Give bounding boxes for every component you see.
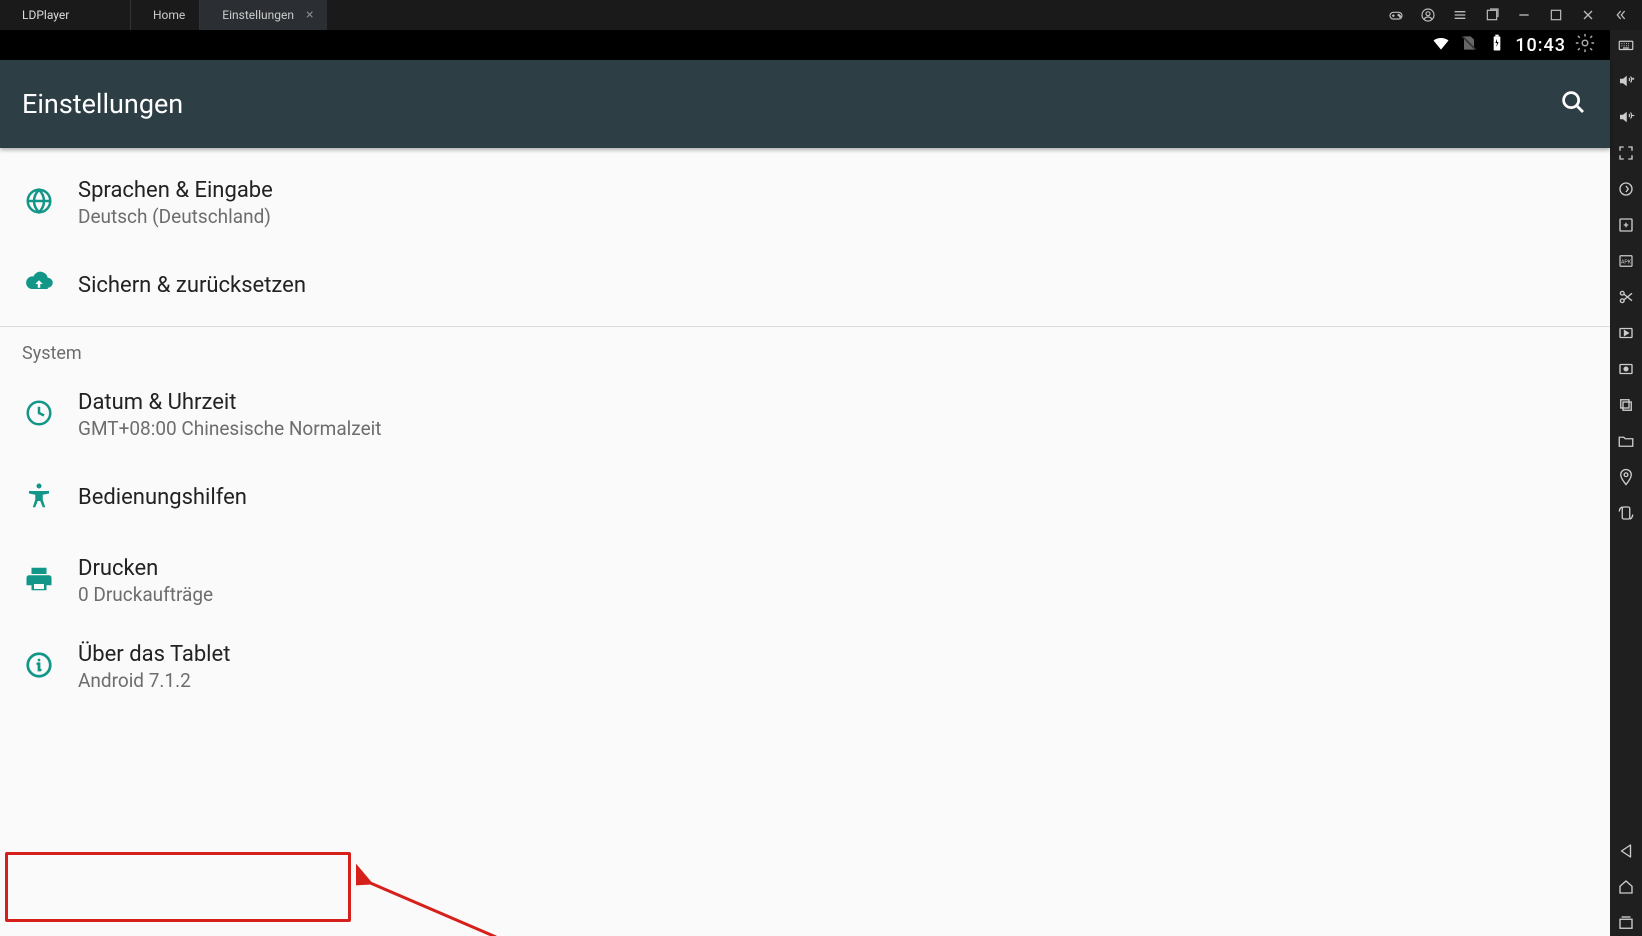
copy-icon[interactable] [1617,396,1635,418]
minimize-icon[interactable] [1516,7,1532,23]
settings-app-bar: Einstellungen [0,60,1610,148]
sync-icon[interactable] [1617,180,1635,202]
cloud-upload-icon [24,269,54,303]
wifi-icon [1431,33,1451,58]
volume-up-icon[interactable] [1617,72,1635,94]
window-titlebar: LDPlayer Home Einstellungen × [0,0,1642,30]
fullscreen-icon[interactable] [1617,144,1635,166]
folder-icon[interactable] [1617,432,1635,454]
multi-instance-icon[interactable] [1617,216,1635,238]
globe-icon [24,186,54,220]
popout-icon[interactable] [1484,7,1500,23]
gamepad-icon[interactable] [1388,7,1404,23]
setting-title: Drucken [78,556,213,581]
settings-item-about[interactable]: Über das Tablet Android 7.1.2 [0,624,1610,710]
record-icon[interactable] [1617,360,1635,382]
setting-subtitle: GMT+08:00 Chinesische Normalzeit [78,417,382,440]
emulator-viewport: 10:43 Einstellungen G Google Sprachen & … [0,30,1610,936]
location-icon[interactable] [1617,468,1635,490]
emulator-sidebar: APK [1610,30,1642,936]
settings-item-accessibility[interactable]: Bedienungshilfen [0,458,1610,538]
settings-scroll[interactable]: G Google Sprachen & Eingabe Deutsch (Deu… [0,148,1610,936]
setting-subtitle: 0 Druckaufträge [78,583,213,606]
no-sim-icon [1459,33,1479,58]
status-clock: 10:43 [1515,35,1566,56]
close-window-icon[interactable] [1580,7,1596,23]
settings-item-print[interactable]: Drucken 0 Druckaufträge [0,538,1610,624]
apk-icon[interactable]: APK [1617,252,1635,274]
scissors-icon[interactable] [1617,288,1635,310]
android-home-icon[interactable] [1617,878,1635,900]
search-button[interactable] [1558,87,1588,121]
setting-title: Über das Tablet [78,642,230,667]
keyboard-icon[interactable] [1617,36,1635,58]
tab-home-label: Home [153,8,185,22]
annotation-highlight [5,852,351,922]
android-back-icon[interactable] [1617,842,1635,864]
settings-item-datetime[interactable]: Datum & Uhrzeit GMT+08:00 Chinesische No… [0,372,1610,458]
settings-item-backup[interactable]: Sichern & zurücksetzen [0,246,1610,326]
tab-settings[interactable]: Einstellungen × [199,0,327,30]
android-status-bar: 10:43 [0,30,1610,60]
battery-charging-icon [1487,33,1507,58]
window-controls [1374,7,1642,23]
maximize-icon[interactable] [1548,7,1564,23]
page-title: Einstellungen [22,88,183,120]
setting-subtitle: Deutsch (Deutschland) [78,205,273,228]
brand-label: LDPlayer [22,8,69,22]
setting-subtitle: Android 7.1.2 [78,669,230,692]
close-icon[interactable]: × [306,7,313,23]
setting-title: Datum & Uhrzeit [78,390,382,415]
status-settings-icon[interactable] [1574,32,1596,59]
collapse-sidebar-icon[interactable] [1612,7,1628,23]
clock-icon [24,398,54,432]
annotation-arrow-icon [356,862,506,936]
tab-settings-label: Einstellungen [222,8,294,22]
tab-home[interactable]: Home [130,0,199,30]
rotate-icon[interactable] [1617,504,1635,526]
setting-title: Sprachen & Eingabe [78,178,273,203]
volume-down-icon[interactable] [1617,108,1635,130]
info-icon [24,650,54,684]
accessibility-icon [24,481,54,515]
svg-text:APK: APK [1621,259,1632,265]
menu-icon[interactable] [1452,7,1468,23]
setting-title: Bedienungshilfen [78,485,247,510]
video-icon[interactable] [1617,324,1635,346]
android-recents-icon[interactable] [1617,914,1635,936]
ldplayer-brand: LDPlayer [0,0,130,30]
user-icon[interactable] [1420,7,1436,23]
settings-item-google[interactable]: G Google [0,148,1610,160]
settings-item-language[interactable]: Sprachen & Eingabe Deutsch (Deutschland) [0,160,1610,246]
setting-title: Sichern & zurücksetzen [78,273,306,298]
section-header-system: System [0,327,1610,372]
printer-icon [24,564,54,598]
